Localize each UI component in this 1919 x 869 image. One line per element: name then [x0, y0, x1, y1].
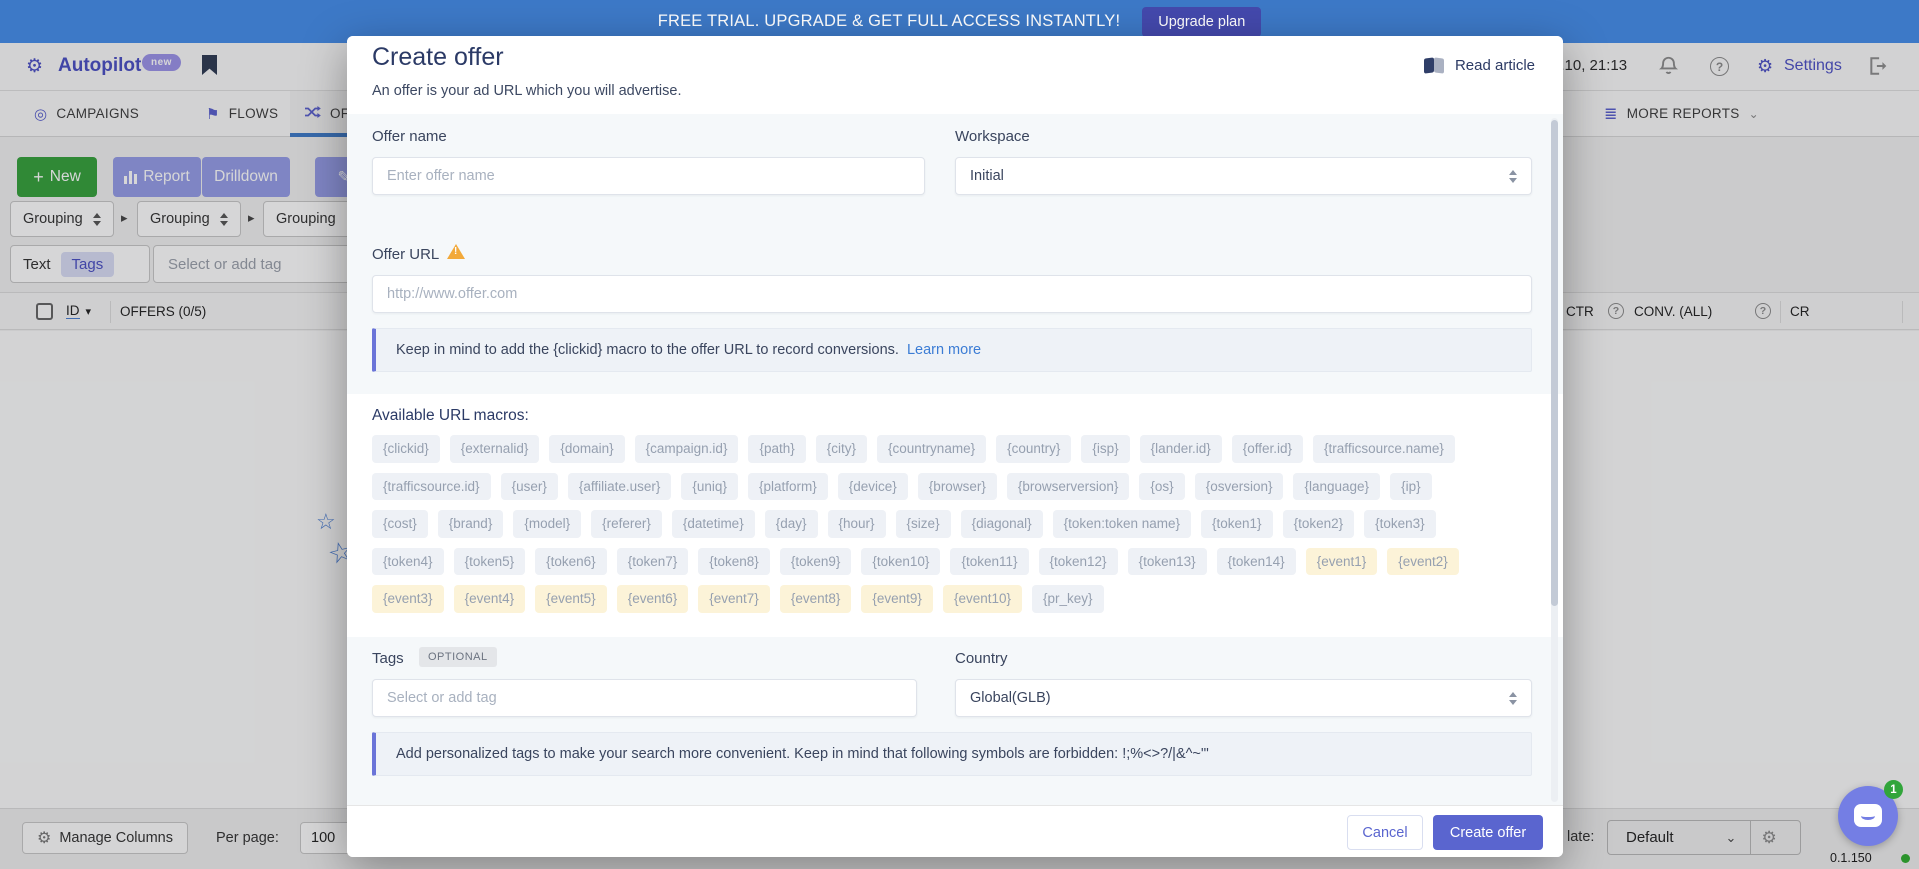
macro-chip[interactable]: {browserversion} [1007, 473, 1130, 501]
macro-chip[interactable]: {affiliate.user} [568, 473, 672, 501]
macro-chip[interactable]: {event9} [861, 585, 933, 613]
macro-chip[interactable]: {cost} [372, 510, 428, 538]
workspace-label: Workspace [955, 128, 1030, 145]
macro-chip[interactable]: {token8} [698, 548, 770, 576]
learn-more-link[interactable]: Learn more [907, 342, 981, 358]
macro-chip[interactable]: {lander.id} [1140, 435, 1222, 463]
optional-badge: OPTIONAL [419, 647, 497, 667]
macro-chip[interactable]: {osversion} [1195, 473, 1284, 501]
macro-chip[interactable]: {day} [765, 510, 818, 538]
macro-chip[interactable]: {device} [838, 473, 908, 501]
macro-chip[interactable]: {diagonal} [961, 510, 1043, 538]
country-select[interactable]: Global(GLB) [955, 679, 1532, 717]
macro-chip[interactable]: {user} [501, 473, 558, 501]
macro-chip[interactable]: {token12} [1039, 548, 1118, 576]
macro-chip[interactable]: {token6} [535, 548, 607, 576]
read-article-label: Read article [1455, 57, 1535, 74]
modal-header: Create offer An offer is your ad URL whi… [347, 36, 1563, 114]
macro-chip[interactable]: {token13} [1128, 548, 1207, 576]
offer-url-input[interactable] [372, 275, 1532, 313]
create-offer-modal: Create offer An offer is your ad URL whi… [347, 36, 1563, 857]
macro-chip[interactable]: {pr_key} [1032, 585, 1104, 613]
macro-chip[interactable]: {os} [1139, 473, 1184, 501]
macro-chip[interactable]: {city} [816, 435, 867, 463]
macro-chip[interactable]: {token1} [1201, 510, 1273, 538]
book-icon [1424, 58, 1446, 74]
macro-chip[interactable]: {event1} [1306, 548, 1378, 576]
chat-bubble-icon [1854, 804, 1882, 827]
cancel-button[interactable]: Cancel [1347, 815, 1423, 850]
macro-chip[interactable]: {token10} [861, 548, 940, 576]
macro-chip[interactable]: {event6} [617, 585, 689, 613]
macro-chip[interactable]: {path} [748, 435, 805, 463]
updown-icon [1509, 692, 1517, 705]
modal-subtitle: An offer is your ad URL which you will a… [372, 83, 681, 99]
macro-chip[interactable]: {language} [1293, 473, 1380, 501]
macro-chip[interactable]: {token3} [1364, 510, 1436, 538]
macro-chip[interactable]: {ip} [1390, 473, 1432, 501]
tags-label: Tags [372, 650, 404, 667]
macro-chip[interactable]: {countryname} [877, 435, 986, 463]
promo-text: FREE TRIAL. UPGRADE & GET FULL ACCESS IN… [658, 12, 1121, 31]
macro-chip[interactable]: {token11} [950, 548, 1028, 576]
macro-chip[interactable]: {datetime} [672, 510, 755, 538]
warning-icon [447, 244, 465, 259]
macro-chip[interactable]: {campaign.id} [635, 435, 739, 463]
country-value: Global(GLB) [970, 690, 1051, 706]
macro-chip[interactable]: {token5} [454, 548, 526, 576]
macro-chip[interactable]: {uniq} [681, 473, 738, 501]
country-label: Country [955, 650, 1008, 667]
macro-chip[interactable]: {referer} [591, 510, 662, 538]
app-root: FREE TRIAL. UPGRADE & GET FULL ACCESS IN… [0, 0, 1919, 869]
create-offer-button[interactable]: Create offer [1433, 815, 1543, 850]
offer-name-input[interactable] [372, 157, 925, 195]
macro-chip[interactable]: {platform} [748, 473, 828, 501]
clickid-note-text: Keep in mind to add the {clickid} macro … [396, 342, 899, 358]
chat-unread-badge: 1 [1884, 780, 1903, 799]
macro-chip[interactable]: {token14} [1217, 548, 1296, 576]
macros-section: Available URL macros: {clickid} {external… [347, 394, 1563, 637]
tags-note-text: Add personalized tags to make your searc… [396, 746, 1209, 762]
workspace-select[interactable]: Initial [955, 157, 1532, 195]
macro-chip[interactable]: {browser} [918, 473, 997, 501]
upgrade-plan-button[interactable]: Upgrade plan [1142, 7, 1261, 37]
macro-chip[interactable]: {token:token name} [1053, 510, 1191, 538]
macro-chip[interactable]: {brand} [438, 510, 504, 538]
macro-chip[interactable]: {model} [513, 510, 581, 538]
modal-footer: Cancel Create offer [347, 805, 1563, 857]
macro-chip[interactable]: {event4} [454, 585, 526, 613]
macro-chip[interactable]: {token2} [1283, 510, 1355, 538]
clickid-note: Keep in mind to add the {clickid} macro … [372, 328, 1532, 372]
offer-url-label: Offer URL [372, 246, 439, 263]
macro-chip[interactable]: {event2} [1387, 548, 1459, 576]
macro-chip[interactable]: {event3} [372, 585, 444, 613]
macro-chip[interactable]: {event7} [698, 585, 770, 613]
macro-chip[interactable]: {token4} [372, 548, 444, 576]
macro-chip[interactable]: {clickid} [372, 435, 440, 463]
macros-title: Available URL macros: [372, 407, 529, 425]
workspace-value: Initial [970, 168, 1004, 184]
tags-input[interactable] [372, 679, 917, 717]
offer-name-label: Offer name [372, 128, 447, 145]
macro-chip[interactable]: {country} [996, 435, 1071, 463]
macro-chip[interactable]: {token7} [617, 548, 689, 576]
macro-chip[interactable]: {trafficsource.name} [1313, 435, 1455, 463]
read-article-link[interactable]: Read article [1424, 57, 1535, 74]
tags-note: Add personalized tags to make your searc… [372, 732, 1532, 776]
macro-chip[interactable]: {token9} [780, 548, 852, 576]
macro-chip[interactable]: {isp} [1081, 435, 1129, 463]
macro-chip[interactable]: {event8} [780, 585, 852, 613]
macro-chip[interactable]: {offer.id} [1232, 435, 1303, 463]
modal-title: Create offer [372, 43, 504, 72]
macro-chip[interactable]: {externalid} [450, 435, 540, 463]
updown-icon [1509, 170, 1517, 183]
macro-chip[interactable]: {event10} [943, 585, 1022, 613]
macro-chip[interactable]: {trafficsource.id} [372, 473, 491, 501]
macro-chip[interactable]: {hour} [828, 510, 886, 538]
modal-scrollbar-thumb[interactable] [1551, 120, 1558, 606]
macro-rows: {clickid} {externalid} {domain} {campaign.i… [372, 435, 1538, 623]
macro-chip[interactable]: {event5} [535, 585, 607, 613]
macro-chip[interactable]: {size} [896, 510, 951, 538]
macro-chip[interactable]: {domain} [549, 435, 624, 463]
